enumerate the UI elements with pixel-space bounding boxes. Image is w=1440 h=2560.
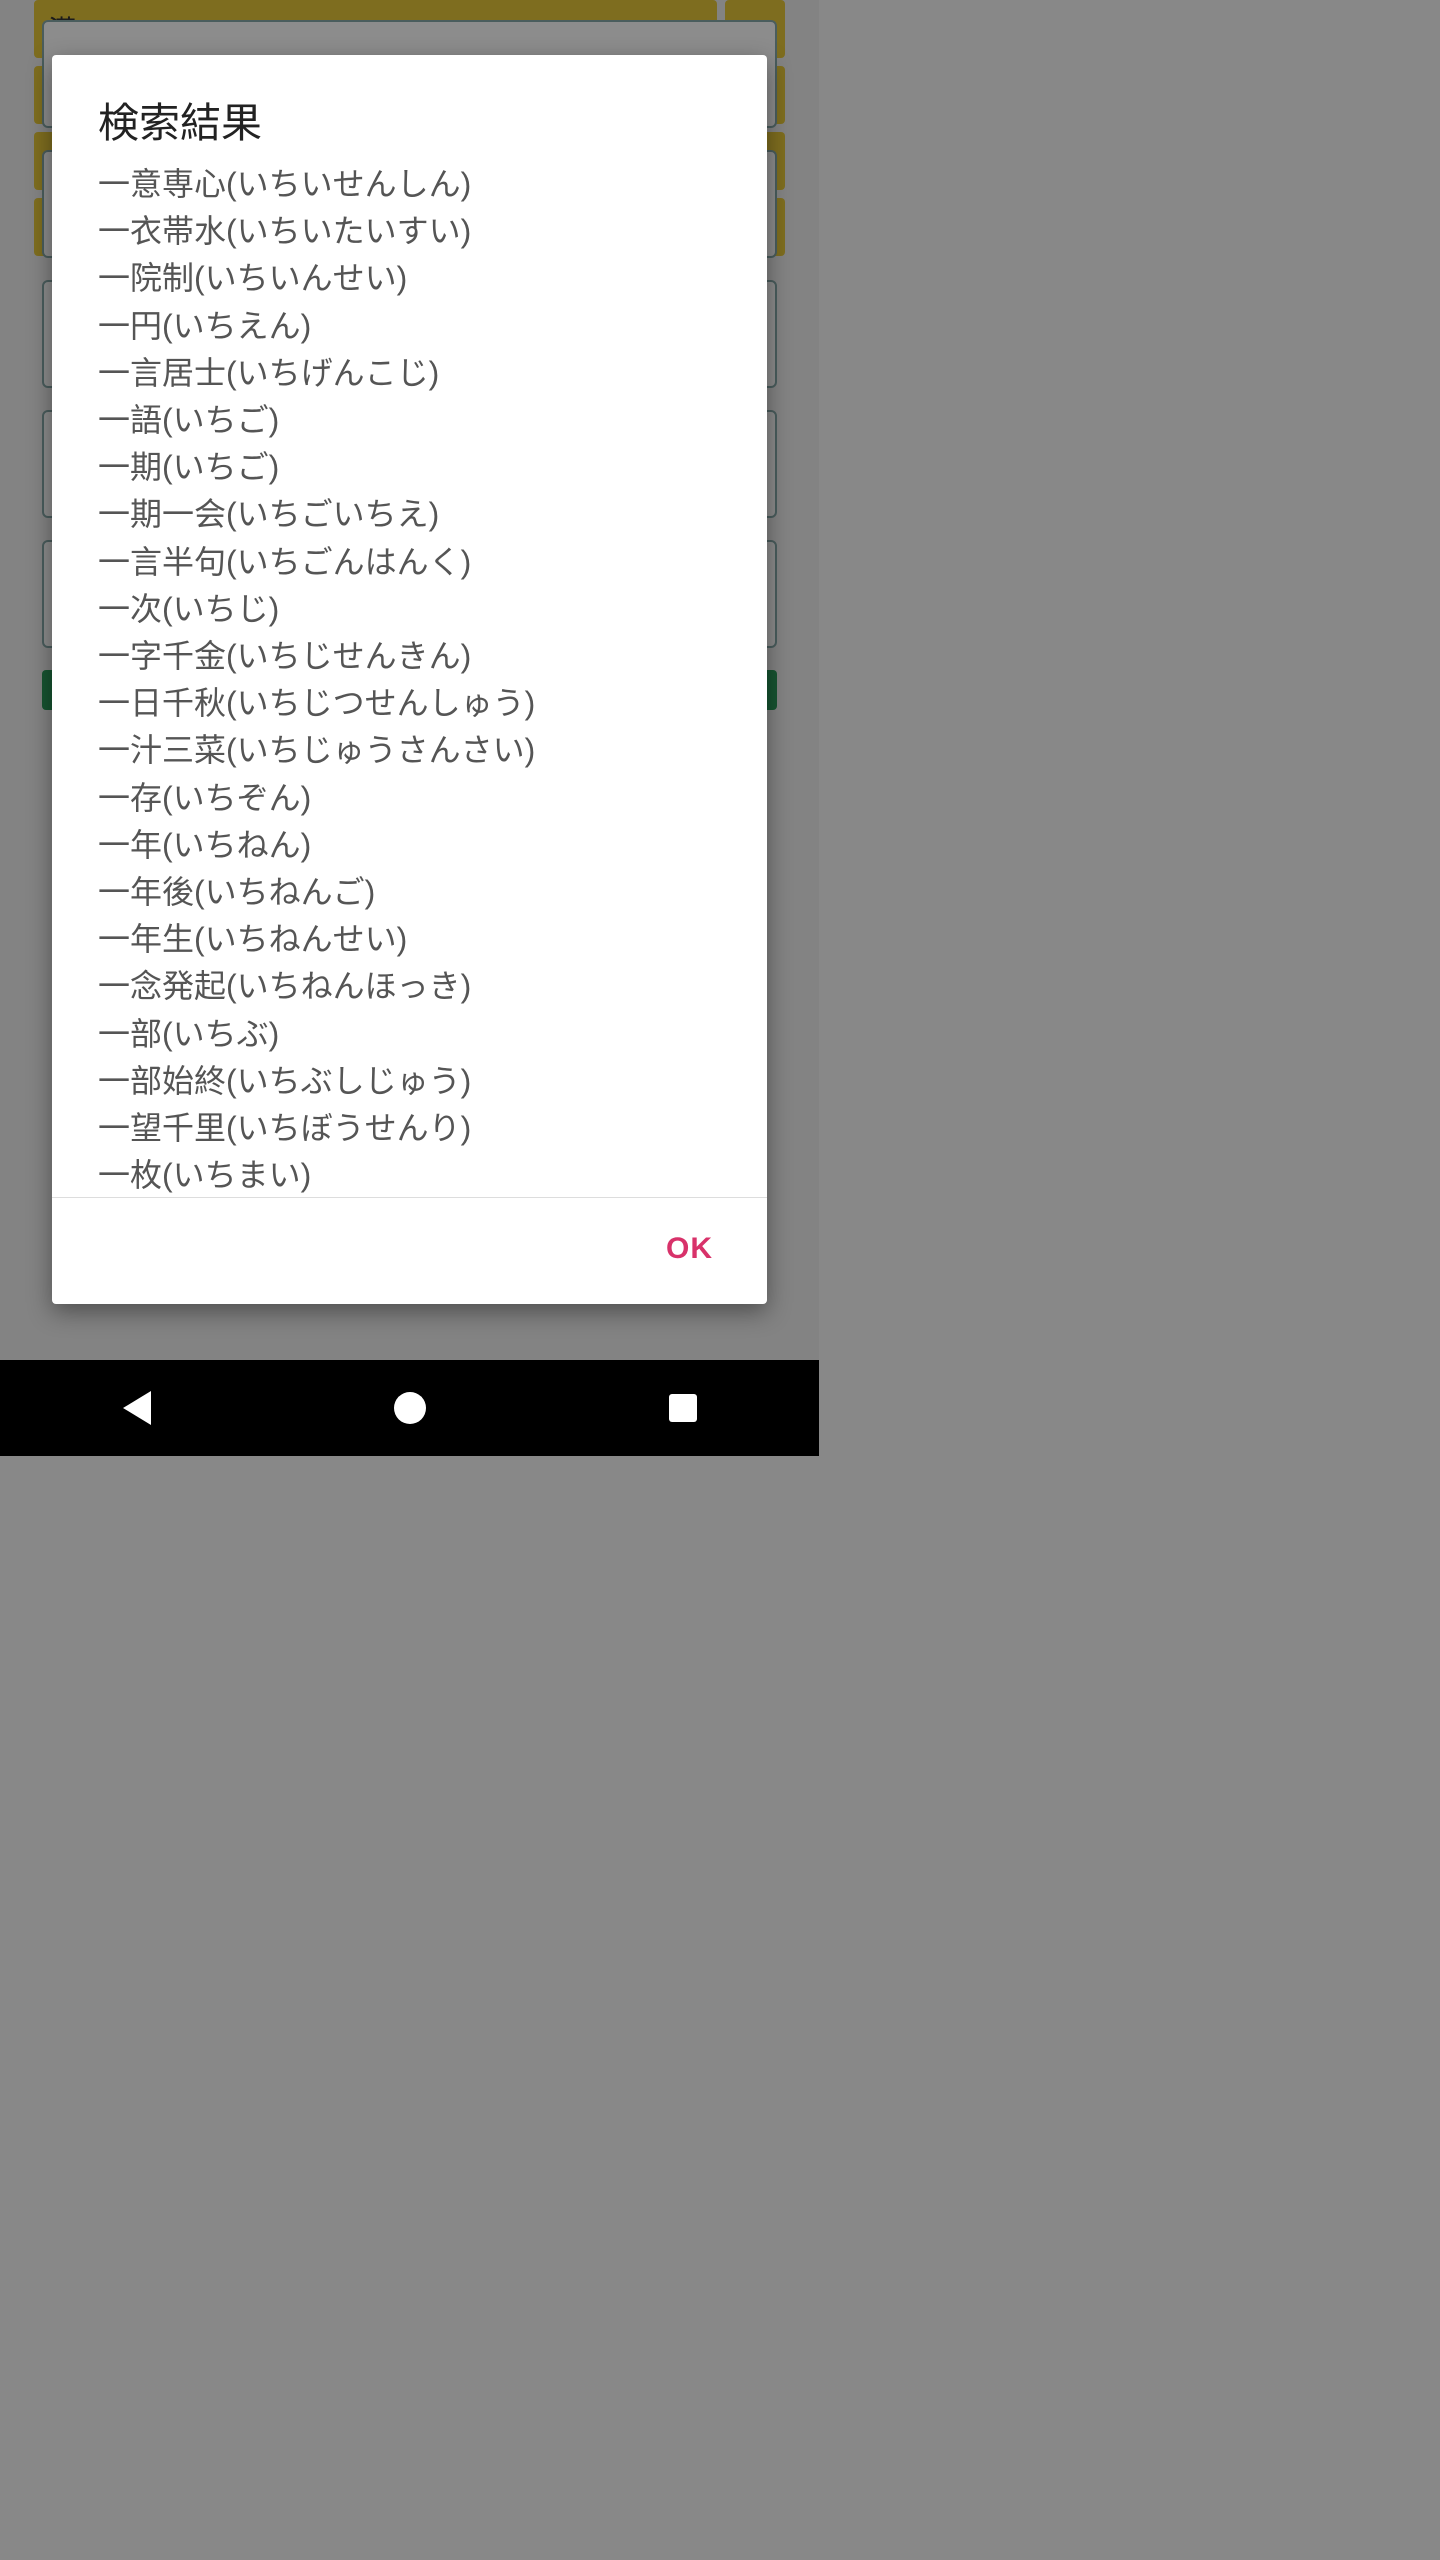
result-item[interactable]: 一年(いちねん) [98, 822, 721, 869]
result-item[interactable]: 一念発起(いちねんほっき) [98, 963, 721, 1010]
result-item[interactable]: 一部始終(いちぶしじゅう) [98, 1058, 721, 1105]
result-item[interactable]: 一期(いちご) [98, 444, 721, 491]
back-icon[interactable] [117, 1388, 157, 1428]
result-item[interactable]: 一語(いちご) [98, 397, 721, 444]
result-item[interactable]: 一意専心(いちいせんしん) [98, 161, 721, 208]
search-results-dialog: 検索結果 一意専心(いちいせんしん)一衣帯水(いちいたいすい)一院制(いちいんせ… [52, 55, 767, 1304]
dialog-title: 検索結果 [52, 55, 767, 155]
result-item[interactable]: 一部(いちぶ) [98, 1011, 721, 1058]
result-item[interactable]: 一院制(いちいんせい) [98, 255, 721, 302]
result-item[interactable]: 一字千金(いちじせんきん) [98, 633, 721, 680]
result-item[interactable]: 一枚(いちまい) [98, 1152, 721, 1198]
result-item[interactable]: 一円(いちえん) [98, 303, 721, 350]
result-item[interactable]: 一期一会(いちごいちえ) [98, 491, 721, 538]
dialog-actions: OK [52, 1198, 767, 1304]
android-navbar [0, 1360, 819, 1456]
result-item[interactable]: 一言居士(いちげんこじ) [98, 350, 721, 397]
ok-button[interactable]: OK [642, 1218, 737, 1280]
result-item[interactable]: 一言半句(いちごんはんく) [98, 539, 721, 586]
result-item[interactable]: 一望千里(いちぼうせんり) [98, 1105, 721, 1152]
result-item[interactable]: 一存(いちぞん) [98, 775, 721, 822]
result-item[interactable]: 一年生(いちねんせい) [98, 916, 721, 963]
result-item[interactable]: 一汁三菜(いちじゅうさんさい) [98, 727, 721, 774]
home-icon[interactable] [390, 1388, 430, 1428]
result-item[interactable]: 一次(いちじ) [98, 586, 721, 633]
result-item[interactable]: 一日千秋(いちじつせんしゅう) [98, 680, 721, 727]
result-item[interactable]: 一年後(いちねんご) [98, 869, 721, 916]
recent-icon[interactable] [663, 1388, 703, 1428]
results-list[interactable]: 一意専心(いちいせんしん)一衣帯水(いちいたいすい)一院制(いちいんせい)一円(… [52, 155, 767, 1198]
result-item[interactable]: 一衣帯水(いちいたいすい) [98, 208, 721, 255]
